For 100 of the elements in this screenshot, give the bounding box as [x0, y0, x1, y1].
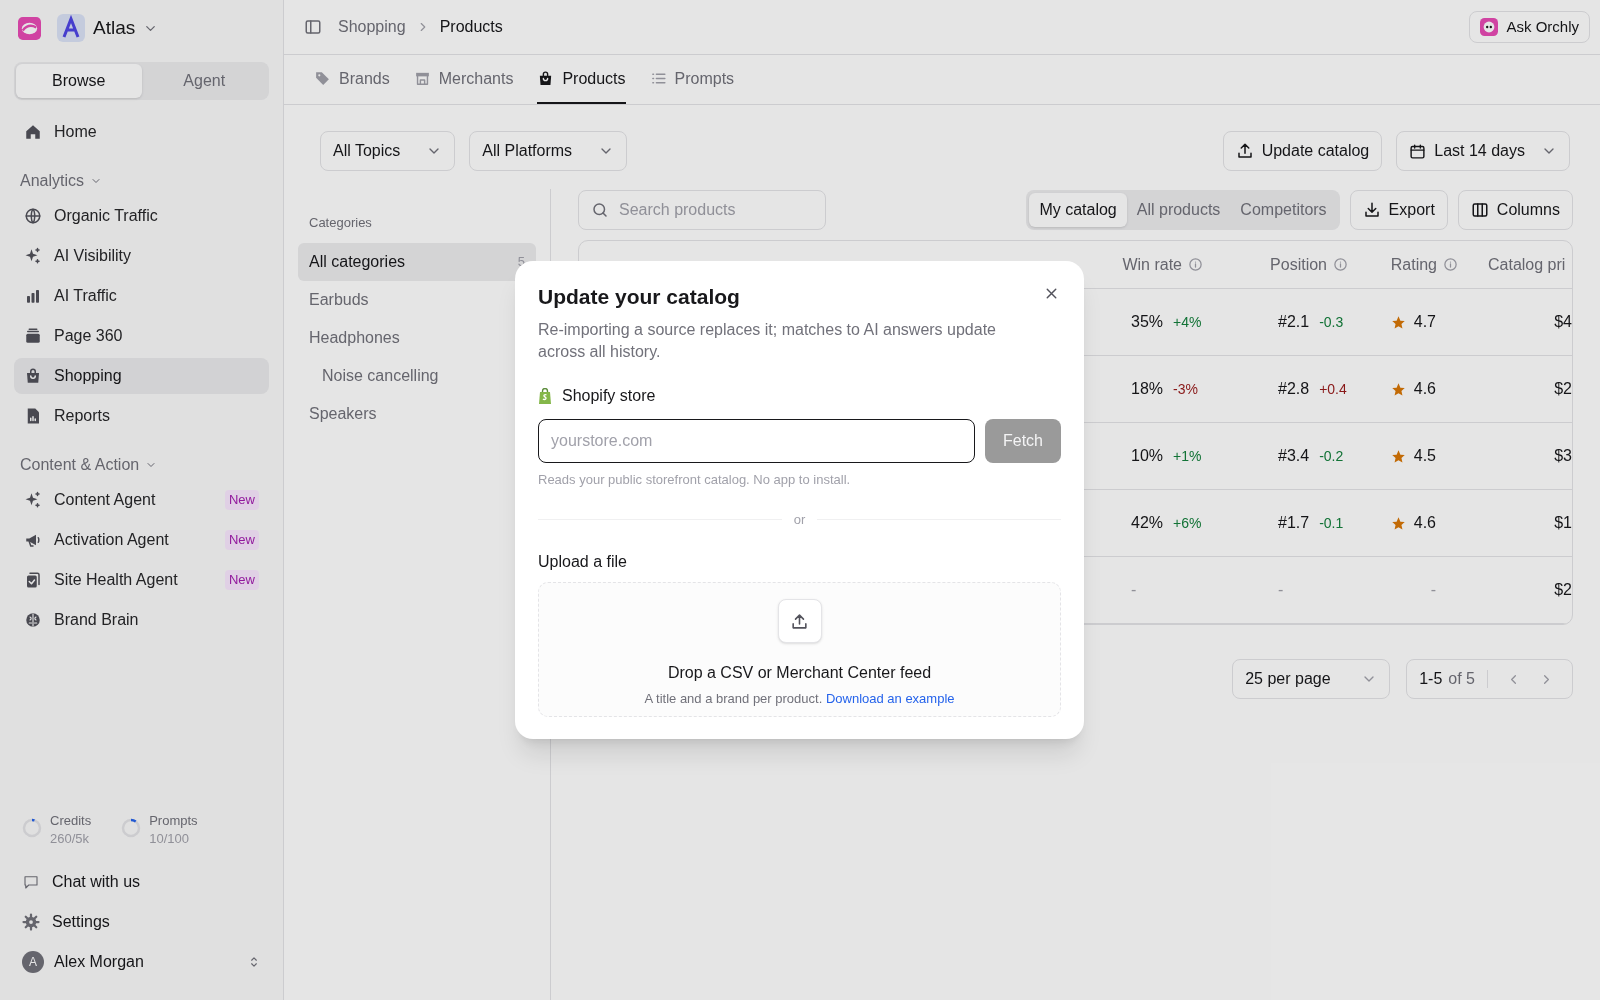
- view-tab[interactable]: All products: [1126, 193, 1231, 227]
- nav-item[interactable]: Home: [14, 114, 269, 150]
- nav-item[interactable]: Brand Brain: [14, 602, 269, 638]
- columns-button[interactable]: Columns: [1457, 190, 1573, 230]
- shopping-bag-icon: [24, 367, 42, 385]
- table-cell-text: 4.6: [1413, 379, 1436, 399]
- dropzone-text: A title and a brand per product.: [644, 691, 823, 706]
- table-cell-text: #1.7: [1278, 513, 1310, 533]
- search-field[interactable]: Search products: [578, 190, 826, 230]
- sparkles-icon: [24, 247, 42, 265]
- nav-item[interactable]: Shopping: [14, 358, 269, 394]
- new-badge: New: [225, 530, 259, 550]
- usage-value: 260/5k: [50, 830, 91, 848]
- export-button[interactable]: Export: [1349, 190, 1448, 230]
- user-menu[interactable]: A Alex Morgan: [14, 942, 269, 982]
- download-icon: [1362, 201, 1381, 219]
- column-header[interactable]: Position: [1270, 252, 1327, 277]
- per-page-dropdown[interactable]: 25 per page: [1232, 659, 1391, 699]
- calendar-icon: [1409, 142, 1427, 160]
- table-cell-text: $3: [1554, 446, 1572, 466]
- change-value: +1%: [1173, 446, 1202, 466]
- nav-item[interactable]: Content Agent New: [14, 482, 269, 518]
- mode-tab[interactable]: Agent: [141, 64, 267, 98]
- globe-icon: [24, 207, 42, 225]
- table-cell-text: 4.5: [1413, 446, 1436, 466]
- change-value: -0.2: [1319, 446, 1344, 466]
- view-tab[interactable]: My catalog: [1029, 193, 1127, 227]
- usage-ring: [121, 818, 142, 838]
- shopping-bag-icon: [538, 388, 552, 404]
- nav-item[interactable]: Reports: [14, 398, 269, 434]
- avatar: A: [22, 951, 44, 973]
- view-tab[interactable]: Competitors: [1230, 193, 1337, 227]
- table-cell-text: -: [1278, 580, 1284, 600]
- nav-item[interactable]: AI Visibility: [14, 238, 269, 274]
- nav-item[interactable]: Activation Agent New: [14, 522, 269, 558]
- table-cell-text: #3.4: [1278, 446, 1310, 466]
- tab[interactable]: Merchants: [413, 55, 514, 104]
- store-url-field[interactable]: yourstore.com: [538, 419, 975, 463]
- tab[interactable]: Products: [537, 55, 626, 104]
- table-cell-text: 42%: [1131, 513, 1164, 533]
- chat-bubble-icon: [22, 873, 40, 891]
- categories-heading: Categories: [308, 214, 373, 232]
- search-icon: [591, 201, 609, 219]
- table-cell-text: #2.1: [1278, 312, 1310, 332]
- sidebar-link[interactable]: Chat with us: [14, 864, 269, 900]
- info-icon: [1188, 257, 1203, 272]
- page-total: of 5: [1448, 669, 1475, 689]
- info-icon: [1443, 257, 1458, 272]
- field-hint: Reads your public storefront catalog. No app to install.: [538, 471, 852, 489]
- change-value: -0.1: [1319, 513, 1344, 533]
- usage-label: Prompts: [149, 812, 198, 830]
- settings-icon: [22, 913, 40, 931]
- mode-tab[interactable]: Browse: [16, 64, 142, 98]
- download-example-link[interactable]: Download an example: [825, 691, 955, 706]
- change-value: +6%: [1173, 513, 1202, 533]
- source-label: Shopify store: [562, 386, 656, 406]
- columns-icon: [1470, 201, 1489, 219]
- table-cell-text: -: [1131, 580, 1137, 600]
- nav-section-header[interactable]: Content & Action: [14, 436, 269, 480]
- update-catalog-button[interactable]: Update catalog: [1222, 131, 1383, 171]
- tab[interactable]: Brands: [314, 55, 390, 104]
- nav-item[interactable]: Site Health Agent New: [14, 562, 269, 598]
- table-cell-text: $2: [1554, 379, 1572, 399]
- nav-section-header[interactable]: Analytics: [14, 152, 269, 196]
- new-badge: New: [225, 490, 259, 510]
- table-cell-text: -: [1430, 580, 1436, 600]
- nav-item[interactable]: Organic Traffic: [14, 198, 269, 234]
- bar-chart-icon: [24, 287, 42, 305]
- table-cell-text: #2.8: [1278, 379, 1310, 399]
- change-value: +4%: [1173, 312, 1202, 332]
- dropzone[interactable]: Drop a CSV or Merchant Center feed A title and a brand per product. Download an example: [538, 582, 1061, 717]
- nav-item[interactable]: AI Traffic: [14, 278, 269, 314]
- table-cell-text: 4.7: [1413, 312, 1436, 332]
- upload-label: Upload a file: [538, 552, 628, 572]
- dialog-description: Re-importing a source replaces it; matches to AI answers update across all history.: [538, 320, 997, 362]
- table-cell-text: $1: [1554, 513, 1572, 533]
- column-header[interactable]: Catalog pri: [1488, 252, 1566, 277]
- ask-button[interactable]: Ask Orchly: [1469, 11, 1590, 43]
- filter-dropdown[interactable]: All Topics: [320, 131, 456, 171]
- breadcrumb-item[interactable]: Shopping: [338, 15, 406, 39]
- storefront-icon: [413, 70, 431, 87]
- dialog-title: Update your catalog: [538, 284, 740, 310]
- tab[interactable]: Prompts: [649, 55, 735, 104]
- table-cell-text: 10%: [1131, 446, 1164, 466]
- filter-dropdown[interactable]: All Platforms: [469, 131, 628, 171]
- date-range-dropdown[interactable]: Last 14 days: [1396, 131, 1570, 171]
- column-header[interactable]: Rating: [1390, 252, 1437, 277]
- workspace-logo-icon: [57, 14, 85, 42]
- table-cell-text: $2: [1554, 580, 1572, 600]
- usage-ring: [22, 818, 42, 838]
- column-header[interactable]: Win rate: [1122, 252, 1182, 277]
- nav-item[interactable]: Page 360: [14, 318, 269, 354]
- table-cell-text: 35%: [1131, 312, 1164, 332]
- info-icon: [1333, 257, 1348, 272]
- sidebar-link[interactable]: Settings: [14, 904, 269, 940]
- workspace-switcher[interactable]: Atlas: [57, 13, 159, 43]
- upload-icon: [1235, 142, 1254, 160]
- sidebar-toggle-icon: [304, 18, 322, 36]
- table-cell-text: 4.6: [1413, 513, 1436, 533]
- breadcrumb-item: Products: [439, 17, 503, 37]
